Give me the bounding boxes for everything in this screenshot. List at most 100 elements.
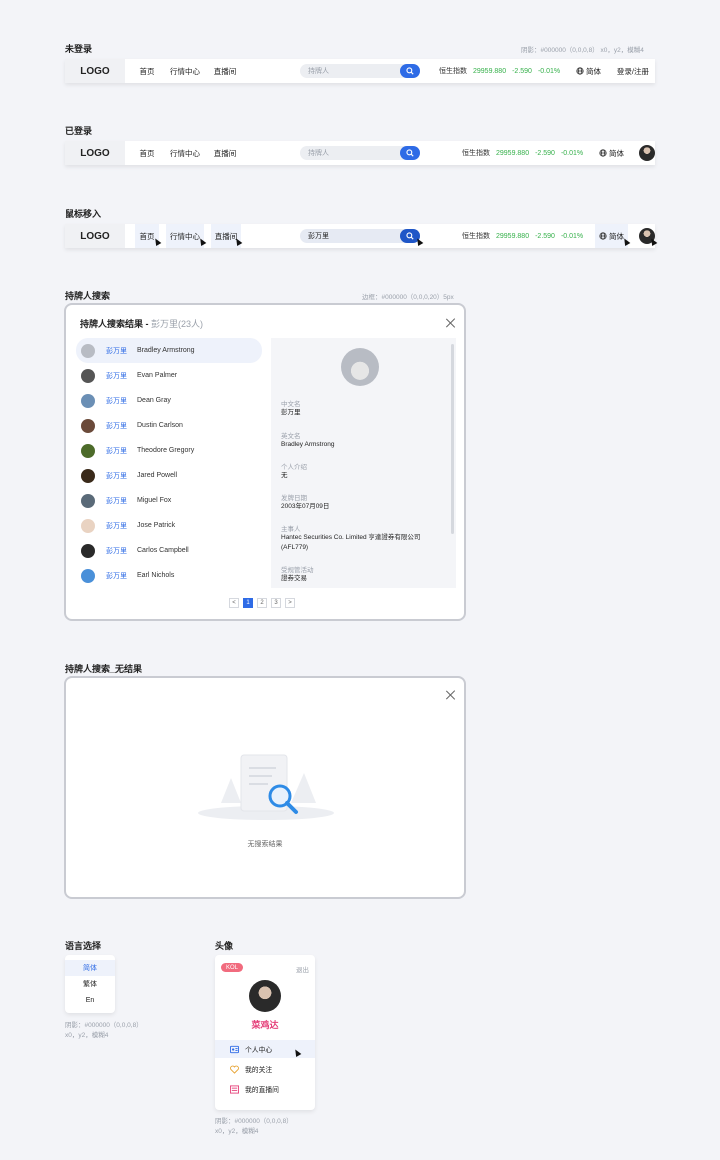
detail-cn-value: 彭万里 <box>281 409 301 416</box>
logout-link[interactable]: 退出 <box>296 964 309 974</box>
menu-item-profile[interactable]: 个人中心 <box>215 1040 315 1058</box>
nav-live[interactable]: 直播间 <box>211 59 239 83</box>
lang-label: 简体 <box>586 66 601 76</box>
lang-option-traditional[interactable]: 繁体 <box>65 976 115 992</box>
result-item[interactable]: 彭万里 Jose Patrick <box>76 513 262 538</box>
result-item[interactable]: 彭万里 Evan Palmer <box>76 363 262 388</box>
search-placeholder: 持牌人 <box>308 68 329 75</box>
result-avatar <box>81 443 95 458</box>
page-2[interactable]: 2 <box>257 598 267 608</box>
page-prev[interactable]: < <box>229 598 239 608</box>
page-next[interactable]: > <box>285 598 295 608</box>
modal-title-text: 持牌人搜索结果 - <box>80 319 151 329</box>
result-en-name: Miguel Fox <box>137 497 172 504</box>
result-en-name: Carlos Campbell <box>137 547 189 554</box>
section-title-logged-out: 未登录 <box>65 44 93 54</box>
result-item[interactable]: 彭万里 Earl Nichols <box>76 563 262 588</box>
result-en-name: Dustin Carlson <box>137 422 183 429</box>
heart-icon <box>230 1065 239 1074</box>
shadow-note: x0，y2，模糊4 <box>65 1032 109 1039</box>
search-icon <box>406 232 414 240</box>
result-cn-name: 彭万里 <box>106 447 127 455</box>
logo[interactable]: LOGO <box>65 59 125 83</box>
quote-value: 29959.880 <box>496 149 530 157</box>
result-avatar <box>81 393 95 408</box>
quote-name: 恒生指数 <box>439 68 467 75</box>
quote-name: 恒生指数 <box>462 150 490 157</box>
live-room-icon <box>230 1084 239 1094</box>
search-result-modal: 持牌人搜索结果 - 彭万里(23人) 彭万里 Bradley Armstrong … <box>64 303 466 621</box>
empty-text: 无搜索结果 <box>247 841 283 848</box>
detail-en-value: Bradley Armstrong <box>281 441 335 448</box>
lang-switch[interactable]: 简体 <box>576 59 601 83</box>
nav-home[interactable]: 首页 <box>135 141 159 165</box>
detail-activity-label: 受规管活动 <box>281 567 314 574</box>
search-button[interactable] <box>400 64 420 78</box>
result-item[interactable]: 彭万里 Miguel Fox <box>76 488 262 513</box>
login-register-link[interactable]: 登录/注册 <box>617 59 649 83</box>
menu-item-live-room[interactable]: 我的直播间 <box>215 1080 315 1098</box>
user-name: 菜鸡达 <box>251 1020 279 1030</box>
result-cn-name: 彭万里 <box>106 522 127 530</box>
page-3[interactable]: 3 <box>271 598 281 608</box>
result-item[interactable]: 彭万里 Jared Powell <box>76 463 262 488</box>
lang-switch[interactable]: 简体 <box>599 141 624 165</box>
menu-item-label: 我的直播间 <box>245 1087 279 1094</box>
section-title-search: 持牌人搜索 <box>65 291 111 301</box>
kol-badge: KOL <box>221 963 244 972</box>
page-1[interactable]: 1 <box>243 598 253 608</box>
result-en-name: Earl Nichols <box>137 572 175 579</box>
empty-illustration-icon <box>198 754 334 820</box>
detail-avatar <box>341 348 379 386</box>
lang-switch[interactable]: 简体 <box>595 224 628 248</box>
index-quote: 恒生指数 29959.880 -2.590 -0.01% <box>462 224 589 248</box>
lang-option-simplified[interactable]: 简体 <box>65 960 115 976</box>
user-menu: KOL 退出 菜鸡达 个人中心 我的关注 我的直播间 <box>215 955 315 1110</box>
index-quote: 恒生指数 29959.880 -2.590 -0.01% <box>439 59 566 83</box>
menu-item-following[interactable]: 我的关注 <box>215 1060 315 1078</box>
result-en-name: Jose Patrick <box>137 522 176 529</box>
search-value: 彭万里 <box>308 233 329 240</box>
logo[interactable]: LOGO <box>65 141 125 165</box>
result-item[interactable]: 彭万里 Dean Gray <box>76 388 262 413</box>
nav-home[interactable]: 首页 <box>135 59 159 83</box>
detail-intro-value: 无 <box>281 472 288 479</box>
detail-en-label: 英文名 <box>281 433 301 440</box>
result-en-name: Evan Palmer <box>137 372 178 379</box>
user-avatar-large <box>249 980 281 1012</box>
quote-pct: -0.01% <box>537 67 561 75</box>
result-cn-name: 彭万里 <box>106 422 127 430</box>
detail-firm-label: 主事人 <box>281 526 301 533</box>
nav-market[interactable]: 行情中心 <box>166 141 204 165</box>
section-title-lang: 语言选择 <box>65 941 102 951</box>
search-placeholder: 持牌人 <box>308 150 329 157</box>
section-title-logged-in: 已登录 <box>65 126 93 136</box>
lang-option-english[interactable]: En <box>65 992 115 1008</box>
result-item[interactable]: 彭万里 Bradley Armstrong <box>76 338 262 363</box>
search-icon <box>406 149 414 157</box>
search-button[interactable] <box>400 146 420 160</box>
detail-scrollbar[interactable] <box>451 344 454 534</box>
header-bar-hover: LOGO 首页 行情中心 直播间 彭万里 恒生指数 29959.880 -2.5… <box>65 224 655 248</box>
quote-change: -2.590 <box>512 67 532 75</box>
result-item[interactable]: 彭万里 Theodore Gregory <box>76 438 262 463</box>
nav-market[interactable]: 行情中心 <box>166 59 204 83</box>
modal-query: 彭万里(23人) <box>151 319 204 329</box>
pagination: < 1 2 3 > <box>229 598 295 608</box>
section-title-avatar: 头像 <box>215 941 234 951</box>
detail-firm-value: Hantec Securities Co. Limited 亨達證券有限公司 (… <box>281 534 421 551</box>
user-avatar[interactable] <box>639 145 655 161</box>
result-cn-name: 彭万里 <box>106 372 127 380</box>
search-icon <box>406 67 414 75</box>
logo[interactable]: LOGO <box>65 224 125 248</box>
nav-market[interactable]: 行情中心 <box>166 224 204 248</box>
close-icon[interactable] <box>446 318 456 328</box>
close-icon[interactable] <box>446 690 456 700</box>
lang-menu: 简体 繁体 En <box>65 955 115 1013</box>
section-title-hover: 鼠标移入 <box>65 209 102 219</box>
result-item[interactable]: 彭万里 Carlos Campbell <box>76 538 262 563</box>
nav-live[interactable]: 直播间 <box>211 141 239 165</box>
result-item[interactable]: 彭万里 Dustin Carlson <box>76 413 262 438</box>
result-cn-name: 彭万里 <box>106 497 127 505</box>
quote-change: -2.590 <box>535 149 555 157</box>
